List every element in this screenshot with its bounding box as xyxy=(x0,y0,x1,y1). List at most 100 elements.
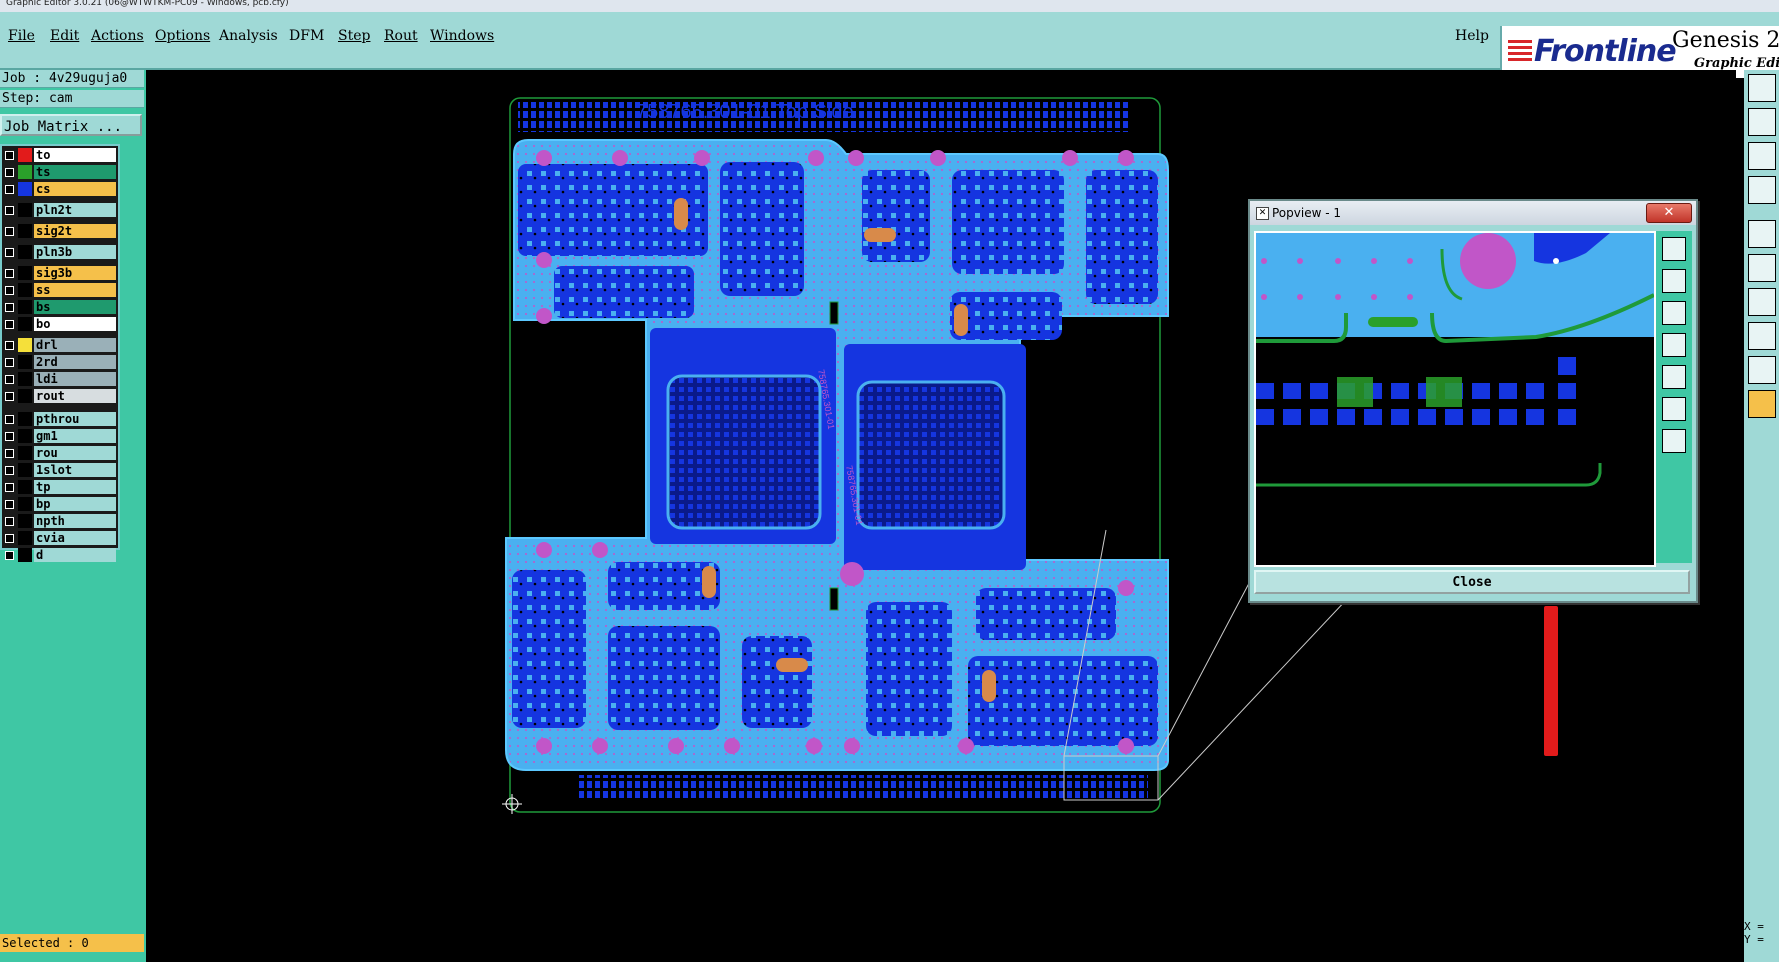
layer-color-swatch xyxy=(18,148,32,162)
layer-checkbox[interactable] xyxy=(5,483,14,492)
layer-color-swatch xyxy=(18,548,32,562)
layer-name: 2rd xyxy=(34,355,116,369)
menu-dfm[interactable]: DFM xyxy=(289,28,324,44)
layer-name: ss xyxy=(34,283,116,297)
menu-file[interactable]: File xyxy=(8,28,35,44)
layer-row[interactable]: cs xyxy=(2,182,118,196)
layer-checkbox[interactable] xyxy=(5,303,14,312)
layer-checkbox[interactable] xyxy=(5,151,14,160)
layer-row[interactable]: tp xyxy=(2,480,118,494)
layer-row[interactable]: bp xyxy=(2,497,118,511)
layer-row[interactable]: 2rd xyxy=(2,355,118,369)
layer-row[interactable]: pln3b xyxy=(2,245,118,259)
toolbar-btn-1-icon[interactable] xyxy=(1748,74,1776,102)
popview-title: Popview - 1 xyxy=(1272,206,1341,220)
menu-analysis[interactable]: Analysis xyxy=(219,28,278,44)
layer-checkbox[interactable] xyxy=(5,185,14,194)
layer-checkbox[interactable] xyxy=(5,375,14,384)
menu-rout[interactable]: Rout xyxy=(384,28,418,44)
popview-tool-7-icon[interactable] xyxy=(1662,429,1686,453)
step-name: Step: cam xyxy=(0,90,144,108)
layer-row[interactable]: rou xyxy=(2,446,118,460)
left-panel: Job : 4v29uguja0 Step: cam Job Matrix ..… xyxy=(0,70,146,962)
layer-row[interactable]: rout xyxy=(2,389,118,403)
layer-row[interactable]: npth xyxy=(2,514,118,528)
layer-row[interactable]: gm1 xyxy=(2,429,118,443)
layer-color-swatch xyxy=(18,245,32,259)
layer-row[interactable]: ss xyxy=(2,283,118,297)
menu-windows[interactable]: Windows xyxy=(430,28,494,44)
y-coordinate: Y = xyxy=(1744,933,1764,946)
layer-row[interactable]: pln2t xyxy=(2,203,118,217)
layer-row[interactable]: pthrou xyxy=(2,412,118,426)
layer-checkbox[interactable] xyxy=(5,286,14,295)
toolbar-btn-5-icon[interactable] xyxy=(1748,220,1776,248)
layer-row[interactable]: to xyxy=(2,148,118,162)
layer-checkbox[interactable] xyxy=(5,500,14,509)
layer-row[interactable]: 1slot xyxy=(2,463,118,477)
layer-checkbox[interactable] xyxy=(5,320,14,329)
layer-color-swatch xyxy=(18,266,32,280)
layer-row[interactable]: drl xyxy=(2,338,118,352)
popview-tool-5-icon[interactable] xyxy=(1662,365,1686,389)
layer-name: ts xyxy=(34,165,116,179)
toolbar-btn-2-icon[interactable] xyxy=(1748,108,1776,136)
popview-close-icon[interactable]: ✕ xyxy=(1646,203,1692,223)
toolbar-btn-9-icon[interactable] xyxy=(1748,356,1776,384)
popview-view[interactable] xyxy=(1254,231,1656,567)
layer-checkbox[interactable] xyxy=(5,449,14,458)
layer-color-swatch xyxy=(18,203,32,217)
toolbar-btn-3-icon[interactable] xyxy=(1748,142,1776,170)
menu-edit[interactable]: Edit xyxy=(50,28,79,44)
layer-color-swatch xyxy=(18,531,32,545)
layer-name: d xyxy=(34,548,116,562)
menu-help[interactable]: Help xyxy=(1455,28,1489,44)
layer-checkbox[interactable] xyxy=(5,466,14,475)
layer-row[interactable]: ldi xyxy=(2,372,118,386)
layer-color-swatch xyxy=(18,497,32,511)
layer-row[interactable]: d xyxy=(2,548,118,562)
popview-tool-6-icon[interactable] xyxy=(1662,397,1686,421)
layer-name: bp xyxy=(34,497,116,511)
layer-row[interactable]: sig2t xyxy=(2,224,118,238)
job-matrix-button[interactable]: Job Matrix ... xyxy=(0,114,142,136)
layer-row[interactable]: ts xyxy=(2,165,118,179)
select-arrow-icon[interactable] xyxy=(1748,390,1776,418)
layer-row[interactable]: bs xyxy=(2,300,118,314)
layer-checkbox[interactable] xyxy=(5,168,14,177)
popview-tool-4-icon[interactable] xyxy=(1662,333,1686,357)
layer-checkbox[interactable] xyxy=(5,432,14,441)
layer-row[interactable]: bo xyxy=(2,317,118,331)
layer-checkbox[interactable] xyxy=(5,415,14,424)
layer-checkbox[interactable] xyxy=(5,392,14,401)
layer-checkbox[interactable] xyxy=(5,269,14,278)
layer-color-swatch xyxy=(18,338,32,352)
layer-checkbox[interactable] xyxy=(5,248,14,257)
menu-options[interactable]: Options xyxy=(155,28,210,44)
layer-row[interactable]: cvia xyxy=(2,531,118,545)
toolbar-btn-8-icon[interactable] xyxy=(1748,322,1776,350)
popview-tool-3-icon[interactable] xyxy=(1662,301,1686,325)
layer-row[interactable]: sig3b xyxy=(2,266,118,280)
popview-tool-1-icon[interactable] xyxy=(1662,237,1686,261)
layer-color-swatch xyxy=(18,412,32,426)
popview-tool-2-icon[interactable] xyxy=(1662,269,1686,293)
menu-actions[interactable]: Actions xyxy=(91,28,144,44)
layer-checkbox[interactable] xyxy=(5,551,14,560)
layer-color-swatch xyxy=(18,165,32,179)
layer-checkbox[interactable] xyxy=(5,227,14,236)
layer-name: ldi xyxy=(34,372,116,386)
layer-name: cvia xyxy=(34,531,116,545)
toolbar-btn-6-icon[interactable] xyxy=(1748,254,1776,282)
toolbar-btn-7-icon[interactable] xyxy=(1748,288,1776,316)
layer-checkbox[interactable] xyxy=(5,358,14,367)
popview-close-button[interactable]: Close xyxy=(1254,570,1690,594)
layer-name: cs xyxy=(34,182,116,196)
menu-step[interactable]: Step xyxy=(338,28,370,44)
layer-checkbox[interactable] xyxy=(5,341,14,350)
layer-checkbox[interactable] xyxy=(5,517,14,526)
layer-checkbox[interactable] xyxy=(5,206,14,215)
layer-checkbox[interactable] xyxy=(5,534,14,543)
popview-titlebar[interactable]: ✕ Popview - 1 ✕ xyxy=(1250,201,1696,225)
toolbar-btn-4-icon[interactable] xyxy=(1748,176,1776,204)
